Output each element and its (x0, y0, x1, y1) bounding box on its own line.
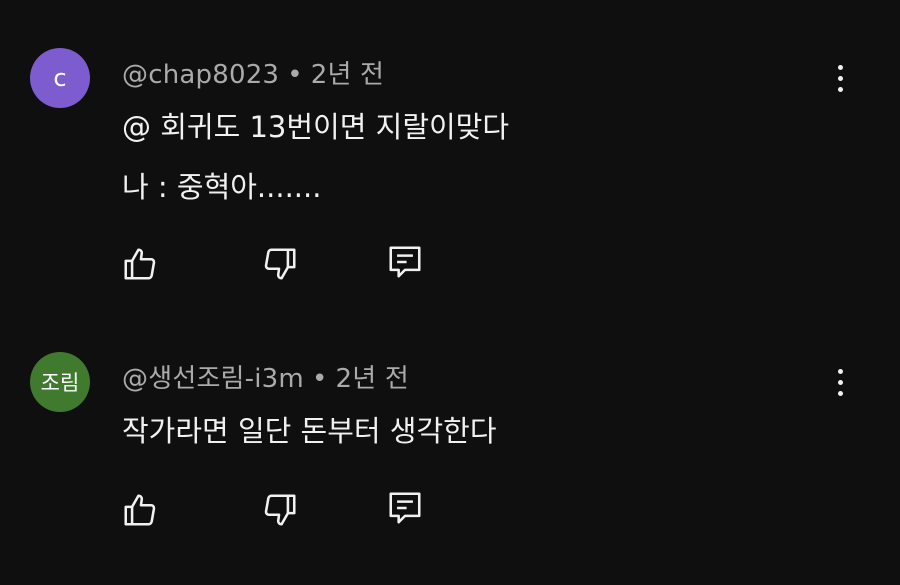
author-name[interactable]: @chap8023 (122, 60, 279, 90)
timestamp[interactable]: 2년 전 (336, 364, 409, 394)
meta-separator: • (287, 60, 303, 90)
thumb-up-icon (124, 248, 156, 280)
comment-text-line: @ 회귀도 13번이면 지랄이맞다 (122, 110, 510, 144)
avatar-initial: 조림 (40, 371, 80, 395)
dislike-button[interactable] (260, 490, 300, 530)
more-dot (837, 75, 843, 81)
thumb-up-icon (124, 494, 156, 526)
avatar-initial: c (53, 64, 67, 92)
comment: 조림 @생선조림-i3m • 2년 전 작가라면 일단 돈부터 생각한다 (0, 300, 900, 585)
meta-separator: • (311, 364, 328, 394)
more-dot (837, 379, 843, 385)
more-dot (837, 390, 843, 396)
avatar[interactable]: 조림 (30, 352, 90, 412)
like-button[interactable] (120, 244, 160, 284)
avatar[interactable]: c (30, 48, 90, 108)
thumb-down-icon (264, 494, 296, 526)
comment-text-line: 작가라면 일단 돈부터 생각한다 (122, 414, 497, 448)
comment-meta: @chap8023 • 2년 전 (122, 54, 384, 91)
reply-icon (389, 246, 421, 278)
comment: c @chap8023 • 2년 전 @ 회귀도 13번이면 지랄이맞다 나 : 중… (0, 0, 900, 300)
comment-meta: @생선조림-i3m • 2년 전 (122, 358, 409, 395)
more-options-button[interactable] (825, 362, 855, 402)
reply-button[interactable] (385, 488, 425, 528)
more-dot (837, 86, 843, 92)
dislike-button[interactable] (260, 244, 300, 284)
more-vertical-icon (837, 64, 843, 70)
reply-icon (389, 492, 421, 524)
author-name[interactable]: @생선조림-i3m (122, 364, 304, 394)
like-button[interactable] (120, 490, 160, 530)
reply-button[interactable] (385, 242, 425, 282)
more-options-button[interactable] (825, 58, 855, 98)
comment-text-line: 나 : 중혁아....... (122, 170, 322, 204)
thumb-down-icon (264, 248, 296, 280)
timestamp[interactable]: 2년 전 (311, 60, 384, 90)
more-vertical-icon (837, 368, 843, 374)
